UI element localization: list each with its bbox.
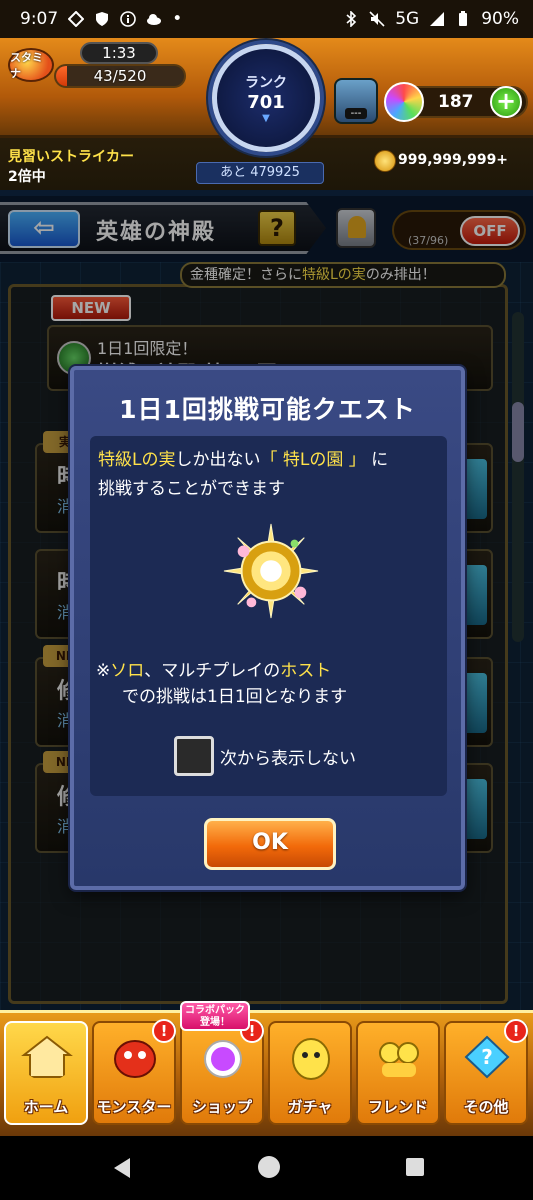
nav-friend[interactable]: フレンド [356, 1021, 440, 1125]
cloud-icon [147, 14, 162, 25]
bonus-text: 2倍中 [8, 169, 46, 185]
system-nav-bar [0, 1136, 533, 1200]
msg-only: しか出ない [175, 450, 261, 470]
nav-label: ホーム [23, 1098, 69, 1116]
note-prefix: ※ [96, 661, 111, 681]
event-label: --- [344, 108, 368, 119]
gold-count: 999,999,999+ [398, 152, 509, 168]
status-left: 9:07 • [20, 9, 182, 29]
system-home-icon[interactable] [258, 1156, 280, 1178]
nav-other[interactable]: ? その他 ! [444, 1019, 528, 1125]
home-icon [21, 1035, 73, 1078]
bottom-nav: ホーム モンスター ! ショップ ! ガチャ フレンド ? その他 ! コラボパ… [0, 1001, 533, 1136]
gacha-icon [292, 1038, 330, 1080]
friend-icon [379, 1042, 419, 1077]
collab-pack-promo[interactable]: コラボパック 登場！ [180, 1001, 250, 1031]
rank-next-exp: あと 479925 [196, 162, 324, 184]
nav-shop[interactable]: ショップ ! [180, 1019, 264, 1125]
dialog-note: ※ソロ、マルチプレイのホスト [96, 656, 331, 681]
rank-badge[interactable]: ランク 701 ▼ [212, 44, 320, 152]
nav-gacha[interactable]: ガチャ [268, 1021, 352, 1125]
striker-title: 見習いストライカー [8, 149, 134, 165]
nav-label: その他 [463, 1098, 509, 1116]
stamina-count: 43/520 [93, 67, 147, 85]
note-host: ホスト [280, 661, 332, 681]
gold-coin-icon [374, 150, 396, 172]
add-orb-button[interactable]: + [490, 86, 522, 118]
nav-label: ガチャ [287, 1098, 333, 1116]
note-mid: 、マルチプレイの [144, 661, 281, 681]
fruit-icon [223, 523, 319, 619]
dialog-message: 特級Lの実しか出ない「 特Lの園 」 に 挑戦することができます [98, 446, 443, 504]
stamina-bar: 43/520 [54, 64, 186, 88]
ok-button[interactable]: OK [204, 818, 336, 870]
alert-badge: ! [152, 1019, 176, 1043]
info-icon [120, 11, 136, 27]
orb-count: 187 [438, 92, 474, 112]
status-right: 5G 90% [343, 9, 519, 29]
stamina-label: スタミナ [10, 51, 43, 80]
status-dot-icon: • [172, 9, 183, 29]
status-battery: 90% [481, 9, 519, 29]
msg-fruit: 特級Lの実 [98, 450, 176, 470]
event-machine-icon[interactable]: --- [334, 78, 378, 124]
battery-icon [459, 11, 468, 26]
nav-label: モンスター [96, 1098, 172, 1116]
shield-icon [96, 12, 109, 26]
nav-home[interactable]: ホーム [4, 1021, 88, 1125]
question-diamond-icon: ? [464, 1035, 510, 1079]
stamina-timer: 1:33 [80, 42, 158, 64]
monster-icon [114, 1040, 156, 1078]
shop-orb-icon [204, 1040, 242, 1078]
nav-monster[interactable]: モンスター ! [92, 1019, 176, 1125]
msg-ni: に [371, 450, 389, 470]
diamond-icon [68, 11, 85, 27]
stamina-icon: スタミナ [8, 48, 54, 82]
alert-badge: ! [504, 1019, 528, 1043]
svg-text:?: ? [481, 1045, 493, 1069]
system-back-icon[interactable] [114, 1158, 130, 1178]
signal-icon [430, 12, 445, 26]
msg-line2: 挑戦することができます [98, 479, 285, 499]
nav-label: ショップ [191, 1098, 252, 1116]
rank-label: ランク [245, 75, 287, 91]
orb-icon [384, 82, 424, 122]
bluetooth-icon [346, 11, 357, 27]
nav-label: フレンド [367, 1098, 428, 1116]
note-solo: ソロ [110, 661, 145, 681]
dont-show-again-label[interactable]: 次から表示しない [220, 744, 356, 769]
system-recents-icon[interactable] [406, 1158, 424, 1176]
dont-show-again-checkbox[interactable] [174, 736, 214, 776]
chevron-down-icon: ▼ [262, 113, 270, 124]
msg-quest-name: 「 特Lの園 」 [260, 450, 366, 470]
dialog-note-line2: での挑戦は1日1回となります [122, 687, 348, 707]
status-network: 5G [395, 9, 420, 29]
status-time: 9:07 [20, 9, 59, 29]
daily-quest-dialog: 1日1回挑戦可能クエスト 特級Lの実しか出ない「 特Lの園 」 に 挑戦すること… [70, 366, 465, 890]
rank-value: 701 [247, 92, 285, 113]
dialog-title: 1日1回挑戦可能クエスト [119, 395, 416, 424]
dialog-body: 特級Lの実しか出ない「 特Lの園 」 に 挑戦することができます ※ソロ、マルチ… [90, 436, 447, 796]
status-bar: 9:07 • 5G 90% [0, 0, 533, 38]
mute-icon [369, 11, 385, 27]
